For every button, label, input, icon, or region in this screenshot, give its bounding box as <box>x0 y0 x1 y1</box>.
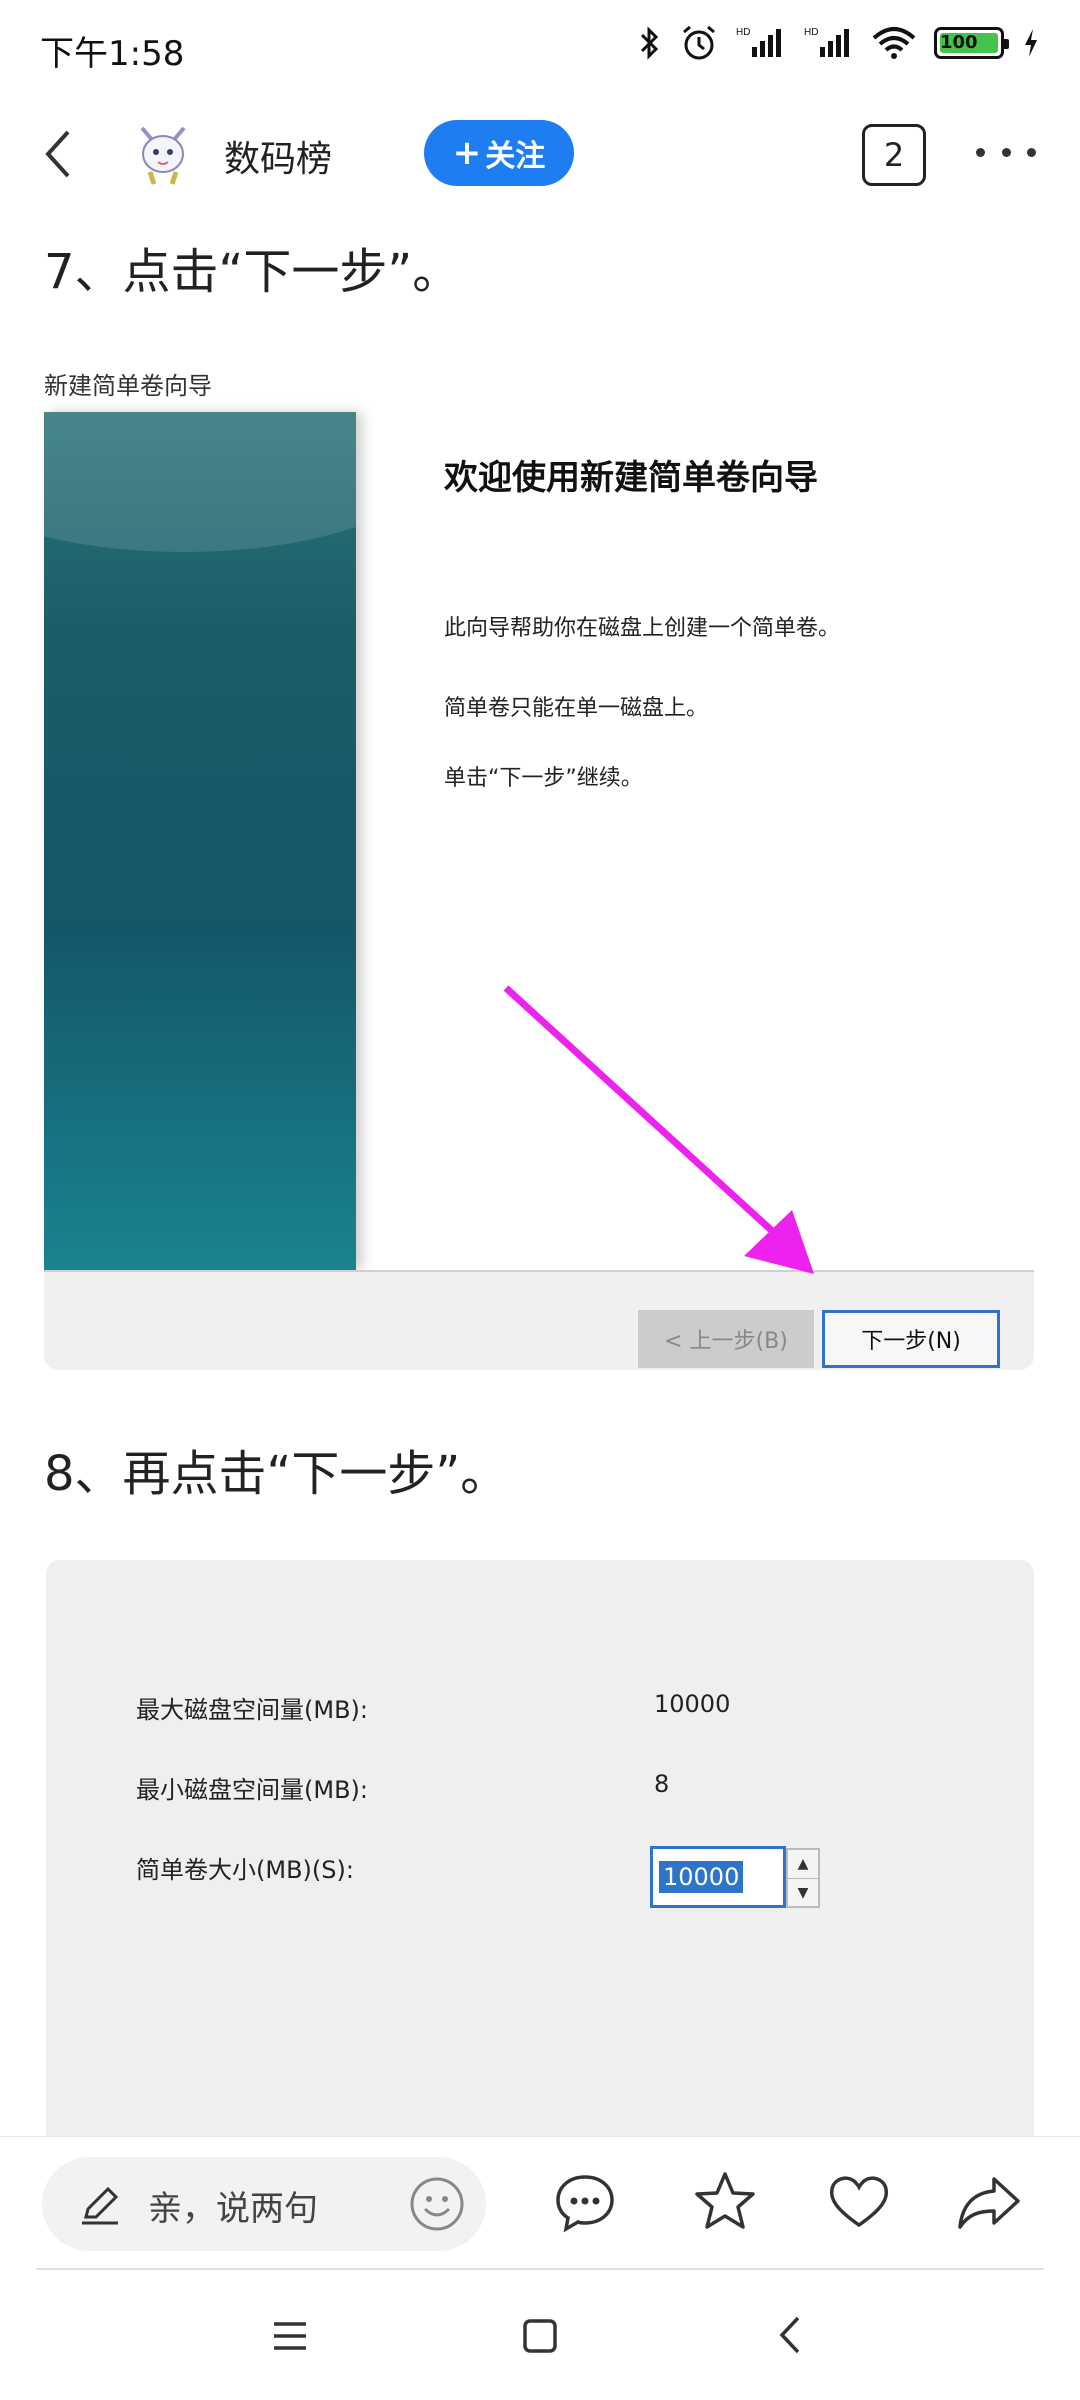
dot-icon <box>1027 147 1036 157</box>
step-7-text: 7、点击“下一步”。 <box>44 244 461 300</box>
cat-avatar-icon <box>140 126 186 185</box>
comment-icon[interactable] <box>552 2169 618 2235</box>
wizard-next-button: 下一步(N) <box>822 1310 1000 1368</box>
spin-up-icon: ▲ <box>797 1856 809 1872</box>
wizard-body: 欢迎使用新建简单卷向导 此向导帮助你在磁盘上创建一个简单卷。 简单卷只能在单一磁… <box>44 412 1034 1270</box>
home-square-icon[interactable] <box>520 2316 560 2356</box>
max-space-label: 最大磁盘空间量(MB): <box>136 1696 368 1724</box>
heart-icon[interactable] <box>826 2169 892 2235</box>
volume-size-value: 10000 <box>659 1861 744 1893</box>
emoji-icon[interactable] <box>408 2175 466 2233</box>
bottom-action-bar: 亲，说两句 <box>0 2136 1080 2270</box>
wizard-side-banner <box>44 412 356 1270</box>
bottom-divider <box>36 2268 1044 2270</box>
follow-label: 关注 <box>485 139 546 174</box>
max-space-value: 10000 <box>654 1690 731 1718</box>
min-space-value: 8 <box>654 1770 670 1798</box>
size-spinner: ▲ ▼ <box>786 1848 820 1908</box>
back-button[interactable] <box>36 124 86 184</box>
back-arrow-icon <box>45 130 70 178</box>
spin-down-icon: ▼ <box>788 1878 818 1906</box>
alarm-icon <box>680 24 718 62</box>
hd-label-1: HD <box>736 27 750 38</box>
article-header: 数码榜 + 关注 2 <box>0 110 1080 200</box>
comment-input[interactable]: 亲，说两句 <box>42 2157 486 2251</box>
nav-back-icon[interactable] <box>770 2312 810 2358</box>
wizard-footer: < 上一步(B) 下一步(N) <box>44 1270 1034 1370</box>
charging-icon <box>1022 27 1040 59</box>
pen-icon <box>82 2186 119 2225</box>
wizard-line-2: 简单卷只能在单一磁盘上。 <box>444 696 709 721</box>
battery-level: 100 <box>940 33 998 53</box>
signal-icon-1: HD <box>736 25 786 61</box>
share-icon[interactable] <box>956 2169 1022 2235</box>
menu-icon[interactable] <box>270 2316 310 2356</box>
star-icon[interactable] <box>692 2169 758 2235</box>
wifi-icon <box>872 26 916 60</box>
page-count-badge[interactable]: 2 <box>862 124 926 186</box>
step-8-text: 8、再点击“下一步”。 <box>44 1446 509 1502</box>
dot-icon <box>1001 147 1011 157</box>
follow-button[interactable]: + 关注 <box>424 120 574 186</box>
volume-size-input: 10000 <box>650 1846 786 1908</box>
channel-avatar[interactable] <box>128 118 198 188</box>
volume-size-screenshot: 最大磁盘空间量(MB): 10000 最小磁盘空间量(MB): 8 简单卷大小(… <box>46 1560 1034 2136</box>
wizard-window-title: 新建简单卷向导 <box>44 372 212 400</box>
volume-size-label: 简单卷大小(MB)(S): <box>136 1856 354 1884</box>
status-time: 下午1:58 <box>40 34 185 74</box>
more-options-button[interactable] <box>976 132 1036 172</box>
battery-icon: 100 <box>934 27 1009 59</box>
wizard-line-3: 单击“下一步”继续。 <box>444 766 643 791</box>
comment-placeholder: 亲，说两句 <box>148 2189 318 2229</box>
status-bar: 下午1:58 HD HD 100 <box>0 0 1080 96</box>
wizard-prev-button: < 上一步(B) <box>638 1310 814 1368</box>
signal-icon-2: HD <box>804 25 854 61</box>
bluetooth-icon <box>638 25 662 61</box>
wizard-line-1: 此向导帮助你在磁盘上创建一个简单卷。 <box>444 616 841 641</box>
hd-label-2: HD <box>804 27 818 38</box>
min-space-label: 最小磁盘空间量(MB): <box>136 1776 368 1804</box>
system-nav-bar <box>0 2280 1080 2400</box>
dot-icon <box>976 147 985 157</box>
wizard-screenshot: 新建简单卷向导 欢迎使用新建简单卷向导 此向导帮助你在磁盘上创建一个简单卷。 简… <box>44 360 1034 1370</box>
plus-icon: + <box>452 133 482 173</box>
wizard-heading: 欢迎使用新建简单卷向导 <box>444 458 818 498</box>
channel-name[interactable]: 数码榜 <box>224 130 332 182</box>
status-icons: HD HD 100 <box>638 24 1040 62</box>
